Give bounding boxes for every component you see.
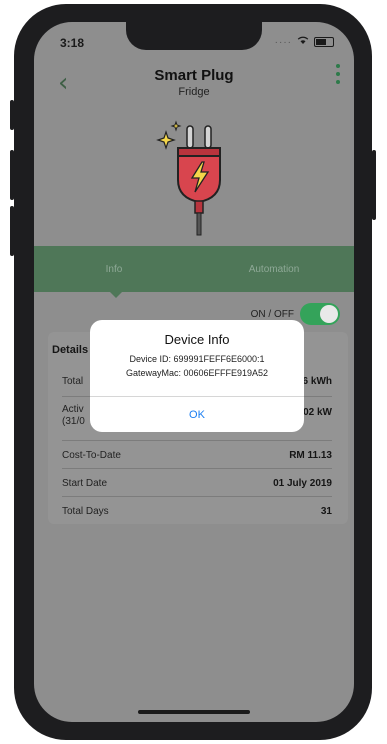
- toggle-knob: [320, 305, 338, 323]
- detail-label: Cost-To-Date: [62, 449, 121, 461]
- detail-value: 01 July 2019: [273, 477, 332, 489]
- detail-label: Activ (31/0: [62, 404, 85, 429]
- active-tab-indicator: [110, 292, 122, 298]
- dialog-device-id: Device ID: 699991FEFF6E6000:1: [129, 354, 265, 364]
- signal-icon: ····: [274, 36, 292, 48]
- status-time: 3:18: [60, 36, 85, 50]
- power-button: [372, 150, 376, 220]
- more-vertical-icon[interactable]: [336, 64, 340, 84]
- plug-icon: [156, 120, 221, 236]
- dialog-gateway-mac: GatewayMac: 00606EFFFE919A52: [125, 368, 269, 378]
- power-toggle-label: ON / OFF: [250, 309, 294, 320]
- page-title: Smart Plug: [154, 67, 234, 84]
- detail-row-total-days: Total Days 31: [62, 496, 332, 525]
- detail-value: RM 11.13: [289, 449, 332, 461]
- detail-label: Total: [62, 375, 84, 387]
- detail-value: 31: [320, 505, 332, 517]
- detail-row-start-date: Start Date 01 July 2019: [62, 468, 332, 497]
- detail-label: Start Date: [62, 477, 108, 489]
- detail-value: 6 kWh: [302, 375, 332, 387]
- status-icons: ····: [275, 36, 334, 48]
- detail-label-line2: (31/0: [62, 416, 85, 427]
- tab-bar: Info Automation: [34, 246, 354, 292]
- tab-info[interactable]: Info: [34, 246, 194, 292]
- ok-button[interactable]: OK: [90, 397, 304, 432]
- detail-row-cost: Cost-To-Date RM 11.13: [62, 440, 332, 469]
- power-toggle[interactable]: [300, 303, 340, 325]
- volume-down-button: [10, 206, 14, 256]
- mute-switch: [10, 100, 14, 130]
- detail-value: 02 kW: [303, 406, 332, 418]
- dialog-title: Device Info: [164, 332, 230, 347]
- app-screen: 3:18 ···· ‹ Smart Plug Fridge Info Autom…: [34, 22, 354, 722]
- sparkle-icon: [156, 120, 182, 150]
- device-info-dialog: Device Info Device ID: 699991FEFF6E6000:…: [90, 320, 304, 432]
- volume-up-button: [10, 150, 14, 200]
- battery-icon: [314, 37, 334, 47]
- details-title: Details: [52, 344, 89, 356]
- detail-label-line1: Activ: [62, 403, 84, 415]
- wifi-icon: [297, 36, 309, 48]
- detail-label: Total Days: [62, 505, 109, 517]
- tab-automation[interactable]: Automation: [194, 246, 354, 292]
- notch: [126, 22, 262, 50]
- home-indicator[interactable]: [138, 710, 250, 714]
- page-subtitle: Fridge: [178, 86, 210, 98]
